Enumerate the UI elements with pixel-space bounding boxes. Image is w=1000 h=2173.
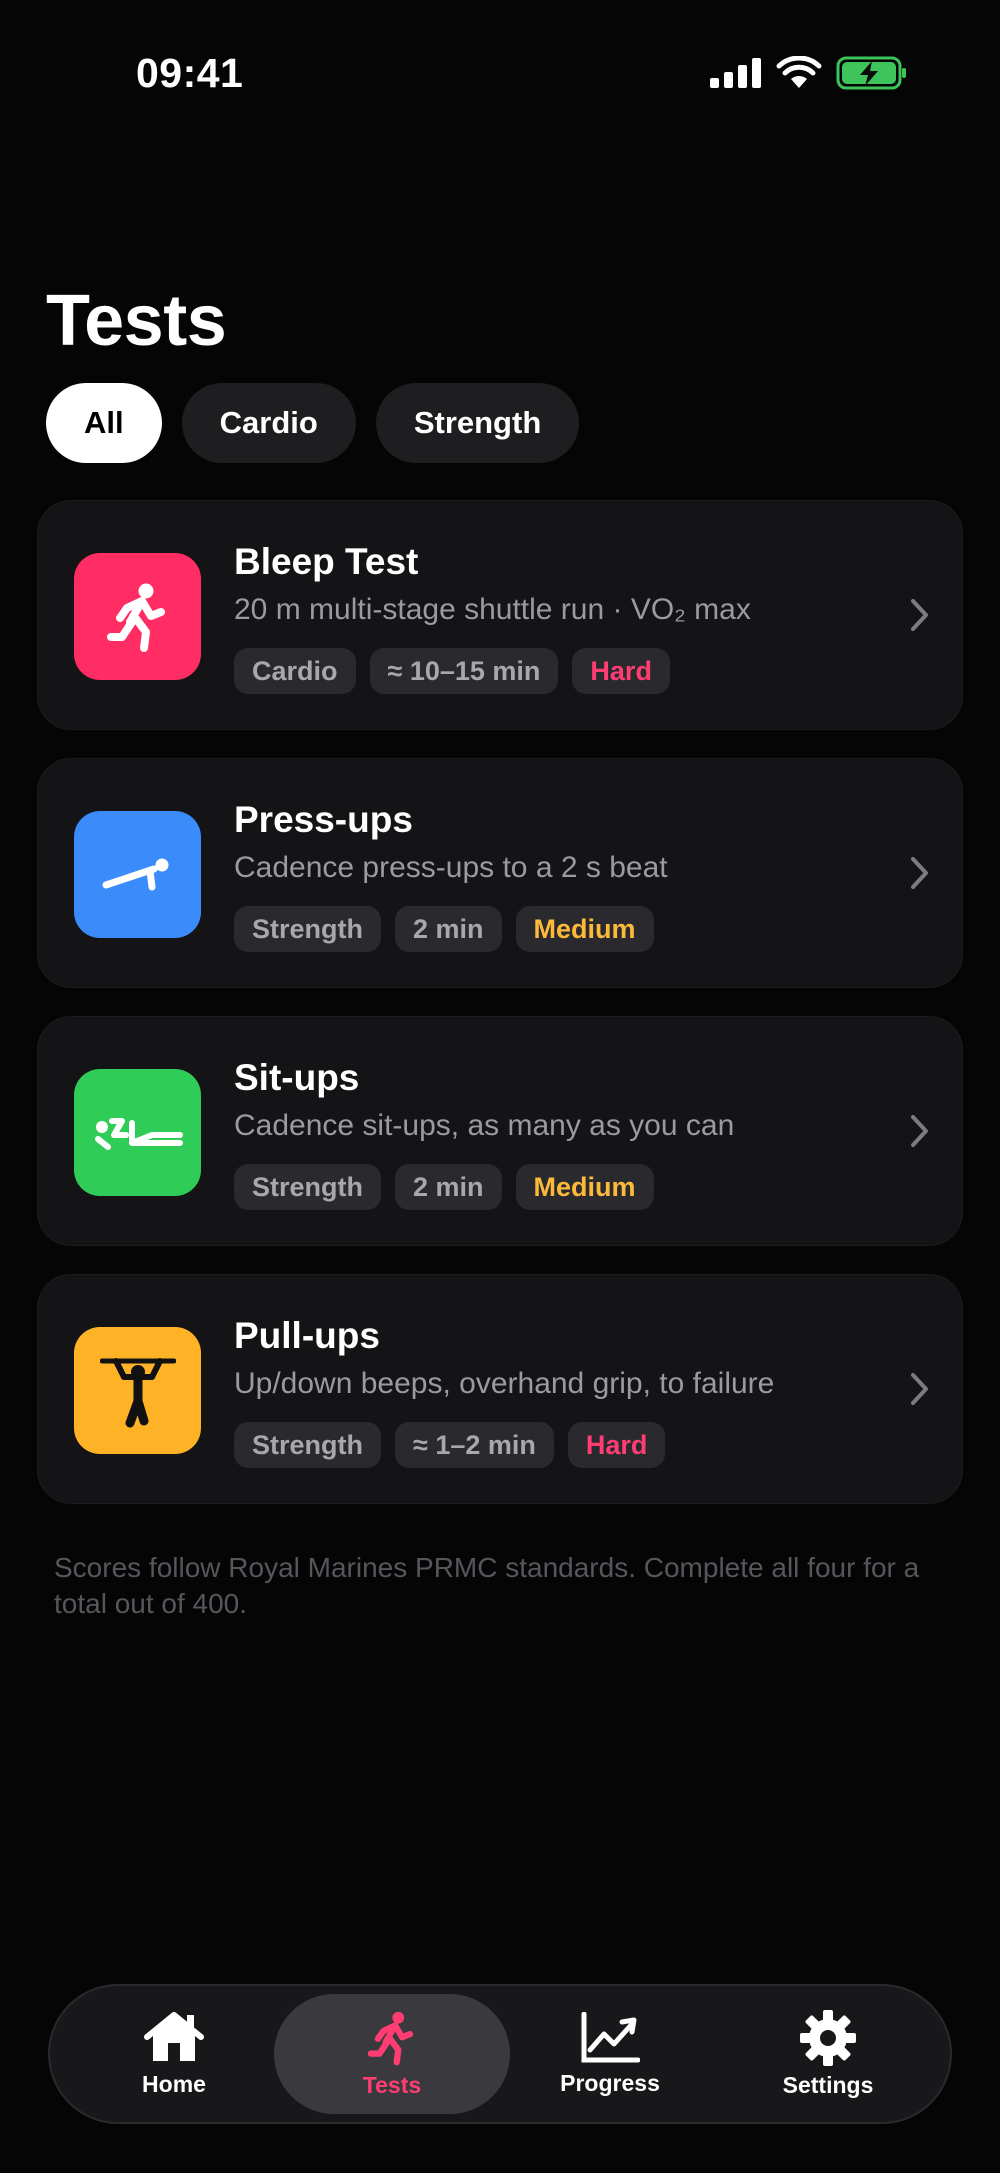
category-tag: Cardio (234, 648, 356, 694)
filter-chips: All Cardio Strength (46, 383, 580, 463)
duration-tag: 2 min (395, 906, 502, 952)
tab-tests[interactable]: Tests (274, 1994, 510, 2114)
test-title: Press-ups (234, 799, 413, 840)
wifi-icon (776, 56, 822, 88)
test-tags: Strength 2 min Medium (234, 1164, 654, 1210)
page-title: Tests (46, 281, 227, 361)
running-icon (106, 583, 165, 652)
difficulty-tag: Hard (572, 648, 670, 694)
tab-settings[interactable]: Settings (738, 1994, 918, 2114)
chevron-right-icon (911, 1373, 928, 1405)
test-icon-tile (74, 553, 201, 680)
running-icon (367, 2011, 414, 2065)
pull-up-icon (99, 1357, 176, 1427)
test-card-sit-ups[interactable]: Sit-ups Cadence sit-ups, as many as you … (37, 1016, 963, 1246)
home-icon (144, 2011, 204, 2061)
filter-chip-cardio[interactable]: Cardio (181, 383, 356, 463)
test-card-bleep-test[interactable]: Bleep Test 20 m multi-stage shuttle run … (37, 500, 963, 730)
tab-label: Tests (362, 2071, 422, 2098)
test-card-press-ups[interactable]: Press-ups Cadence press-ups to a 2 s bea… (37, 758, 963, 988)
test-subtitle: Up/down beeps, overhand grip, to failure (234, 1367, 775, 1400)
test-subtitle: Cadence press-ups to a 2 s beat (234, 851, 668, 884)
test-list: Bleep Test 20 m multi-stage shuttle run … (37, 500, 963, 1532)
test-icon-tile (74, 811, 201, 938)
test-title: Sit-ups (234, 1057, 360, 1098)
category-tag: Strength (234, 1164, 381, 1210)
tab-label: Home (142, 2070, 206, 2097)
difficulty-tag: Medium (515, 906, 654, 952)
scoring-footnote: Scores follow Royal Marines PRMC standar… (54, 1552, 920, 1619)
test-subtitle: Cadence sit-ups, as many as you can (234, 1109, 735, 1142)
chevron-right-icon (911, 599, 928, 631)
difficulty-tag: Medium (515, 1164, 654, 1210)
test-title: Bleep Test (234, 541, 419, 582)
filter-chip-all[interactable]: All (46, 383, 162, 463)
status-bar: 09:41 (0, 0, 1000, 150)
category-tag: Strength (234, 906, 381, 952)
status-icons (710, 56, 908, 90)
test-subtitle: 20 m multi-stage shuttle run · VO₂ max (234, 593, 751, 626)
test-card-pull-ups[interactable]: Pull-ups Up/down beeps, overhand grip, t… (37, 1274, 963, 1504)
tab-home[interactable]: Home (86, 1994, 262, 2114)
tab-label: Progress (560, 2069, 660, 2096)
category-tag: Strength (234, 1422, 381, 1468)
chevron-right-icon (911, 1115, 928, 1147)
tab-bar: Home Tests Progress Settings (48, 1984, 952, 2124)
gear-icon (800, 2009, 856, 2066)
test-title: Pull-ups (234, 1315, 380, 1356)
test-icon-tile (74, 1069, 201, 1196)
test-tags: Strength 2 min Medium (234, 906, 654, 952)
filter-chip-strength[interactable]: Strength (375, 383, 580, 463)
duration-tag: 2 min (395, 1164, 502, 1210)
sit-up-icon (94, 1117, 183, 1150)
test-icon-tile (74, 1327, 201, 1454)
test-tags: Strength ≈ 1–2 min Hard (234, 1422, 666, 1468)
tab-progress[interactable]: Progress (520, 1994, 700, 2114)
difficulty-tag: Hard (567, 1422, 666, 1468)
chevron-right-icon (911, 857, 928, 889)
test-tags: Cardio ≈ 10–15 min Hard (234, 648, 670, 694)
duration-tag: ≈ 10–15 min (369, 648, 559, 694)
tab-label: Settings (782, 2071, 874, 2098)
chart-icon (581, 2011, 640, 2062)
duration-tag: ≈ 1–2 min (395, 1422, 554, 1468)
cellular-signal-icon (710, 58, 761, 88)
battery-charging-icon (836, 56, 906, 90)
status-time: 09:41 (136, 50, 244, 96)
press-up-icon (102, 858, 168, 890)
